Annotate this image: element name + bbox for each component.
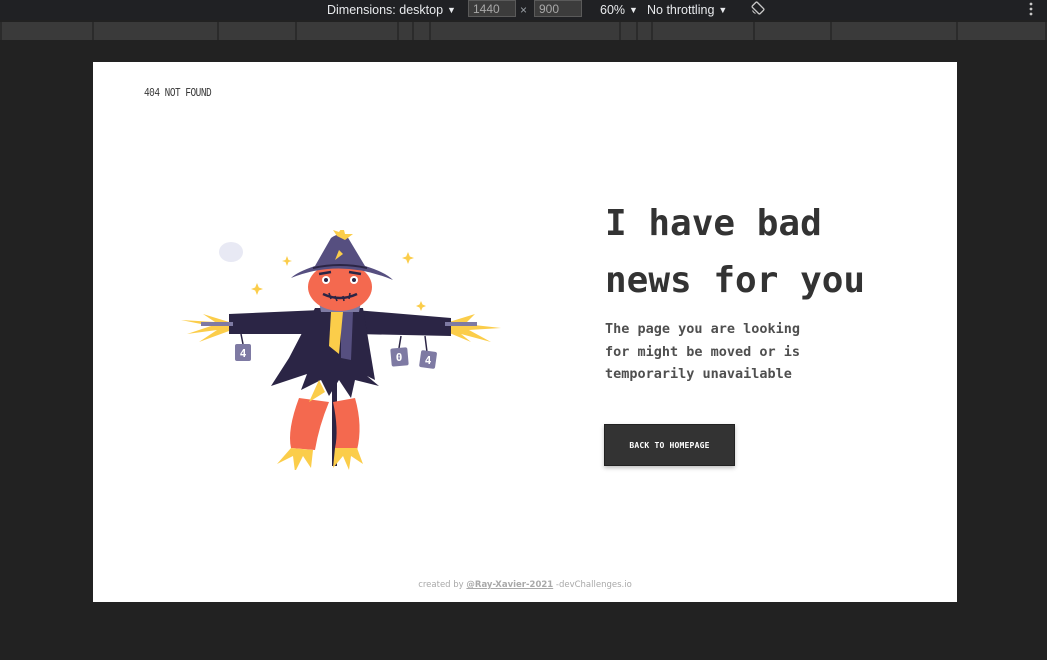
sparkle-shape [416,301,426,311]
media-query-segment[interactable] [94,22,219,40]
more-options-icon[interactable] [1026,1,1036,17]
headline-line-1: I have bad [605,203,822,244]
media-query-segment[interactable] [621,22,638,40]
page-description: The page you are looking for might be mo… [605,318,855,386]
throttling-dropdown[interactable]: No throttling ▼ [647,2,727,18]
footer-credit: created by @Ray-Xavier-2021 -devChalleng… [93,580,957,590]
rotate-icon[interactable] [751,1,765,15]
height-input[interactable]: 900 [534,0,582,17]
can-right-1-text: 0 [396,351,403,364]
can-right-2-text: 4 [425,354,432,367]
scarf-tail [341,312,353,360]
caret-down-icon: ▼ [718,5,728,15]
footer-prefix: created by [418,580,467,590]
times-symbol: × [520,3,528,17]
brand-logo-text[interactable]: 404 NOT FOUND [144,87,212,100]
footer-suffix: -devChallenges.io [553,580,632,590]
page-viewport: 404 NOT FOUND 4 0 4 I have bad news for … [93,62,957,602]
stick-left [201,322,233,326]
media-query-segment[interactable] [832,22,958,40]
page-headline: I have bad news for you [605,195,945,309]
media-query-bar [0,22,1047,40]
scarecrow-illustration: 4 0 4 [181,230,501,470]
width-input[interactable]: 1440 [468,0,516,17]
sparkle-shape [251,283,263,295]
description-line-3: temporarily unavailable [605,366,792,382]
media-query-segment[interactable] [219,22,297,40]
right-sleeve [355,310,451,336]
sparkle-shape [282,256,292,266]
moon-shape [219,242,243,262]
caret-down-icon: ▼ [447,5,456,15]
media-query-segment[interactable] [653,22,755,40]
media-query-segment[interactable] [958,22,1047,40]
devtools-toolbar: Dimensions: desktop ▼ 1440 × 900 60% ▼ No … [0,0,1047,20]
headline-line-2: news for you [605,260,866,301]
media-query-segment[interactable] [431,22,621,40]
right-leg [333,398,360,450]
zoom-dropdown[interactable]: 60% ▼ [600,2,638,18]
media-query-segment[interactable] [755,22,832,40]
media-query-segment[interactable] [638,22,653,40]
straw-right-hand [447,314,501,342]
media-query-segment[interactable] [2,22,94,40]
stick-right [445,322,477,326]
straw-left-hand [181,314,229,342]
sparkle-shape [402,252,414,264]
media-query-segment[interactable] [414,22,431,40]
left-leg [290,398,329,450]
description-line-2: for might be moved or is [605,343,801,360]
caret-down-icon: ▼ [629,5,638,15]
straw-right-foot [333,448,363,470]
media-query-segment[interactable] [297,22,399,40]
dimensions-dropdown[interactable]: Dimensions: desktop ▼ [327,2,456,18]
back-to-homepage-button[interactable]: BACK TO HOMEPAGE [604,424,735,466]
footer-author-link[interactable]: @Ray-Xavier-2021 [466,580,553,590]
zoom-label: 60% [600,3,626,17]
straw-left-foot [277,448,313,470]
description-line-1: The page you are looking [605,321,801,337]
can-left-text: 4 [240,347,247,360]
dimensions-label: Dimensions: desktop [327,3,444,17]
throttling-label: No throttling [647,3,715,17]
media-query-segment[interactable] [399,22,414,40]
